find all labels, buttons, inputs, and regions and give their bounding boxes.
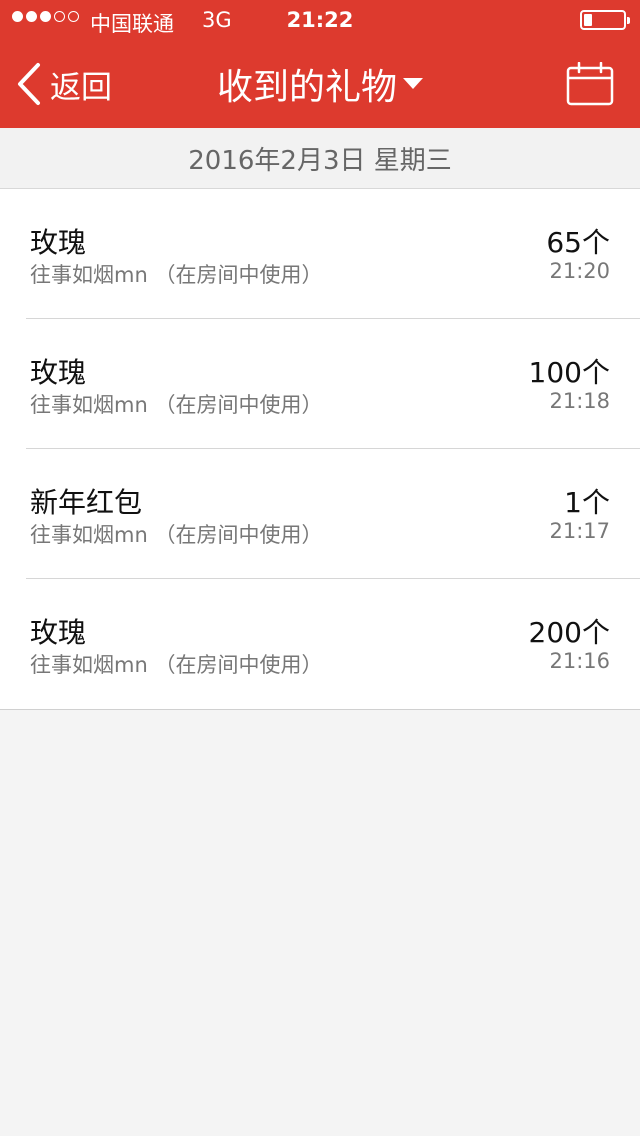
gift-name: 新年红包: [30, 486, 143, 519]
gift-sender: 往事如烟mn （在房间中使用）: [30, 653, 323, 677]
gift-name: 玫瑰: [30, 616, 87, 649]
gift-time: 21:18: [549, 389, 610, 413]
gift-count: 1个: [564, 486, 610, 519]
date-section-header: 2016年2月3日 星期三: [0, 128, 640, 189]
gift-name: 玫瑰: [30, 356, 87, 389]
gift-count: 65个: [546, 226, 610, 259]
calendar-icon: [566, 61, 614, 106]
gift-count: 200个: [528, 616, 610, 649]
gift-time: 21:20: [549, 259, 610, 283]
battery-icon: [580, 10, 630, 30]
page-title: 收到的礼物: [216, 67, 397, 108]
gift-list: 玫瑰 往事如烟mn （在房间中使用） 65个 21:20 玫瑰 往事如烟mn （在房间中使…: [0, 189, 640, 710]
gift-name: 玫瑰: [30, 226, 87, 259]
list-item[interactable]: 新年红包往事如烟mn （在房间中使用） 1个 21:17: [0, 449, 640, 579]
top-bar: 中国联通 3G 21:22 返回 收到的礼物: [0, 0, 640, 128]
list-item[interactable]: 玫瑰往事如烟mn （在房间中使用） 65个 21:20: [0, 189, 640, 319]
calendar-button[interactable]: [566, 61, 614, 106]
battery-level: [584, 14, 592, 26]
gift-sender: 往事如烟mn （在房间中使用）: [30, 393, 323, 417]
gift-time: 21:17: [549, 519, 610, 543]
list-item[interactable]: 玫瑰往事如烟mn （在房间中使用） 100个 21:18: [0, 319, 640, 449]
caret-down-icon: [403, 78, 423, 89]
gift-sender: 往事如烟mn （在房间中使用）: [30, 263, 323, 287]
list-item[interactable]: 玫瑰往事如烟mn （在房间中使用） 200个 21:16: [0, 579, 640, 709]
gift-count: 100个: [528, 356, 610, 389]
gift-sender: 往事如烟mn （在房间中使用）: [30, 523, 323, 547]
title-dropdown[interactable]: 收到的礼物: [0, 58, 640, 110]
status-bar: 中国联通 3G 21:22: [0, 0, 640, 40]
status-time: 21:22: [286, 8, 354, 32]
gift-time: 21:16: [549, 649, 610, 673]
